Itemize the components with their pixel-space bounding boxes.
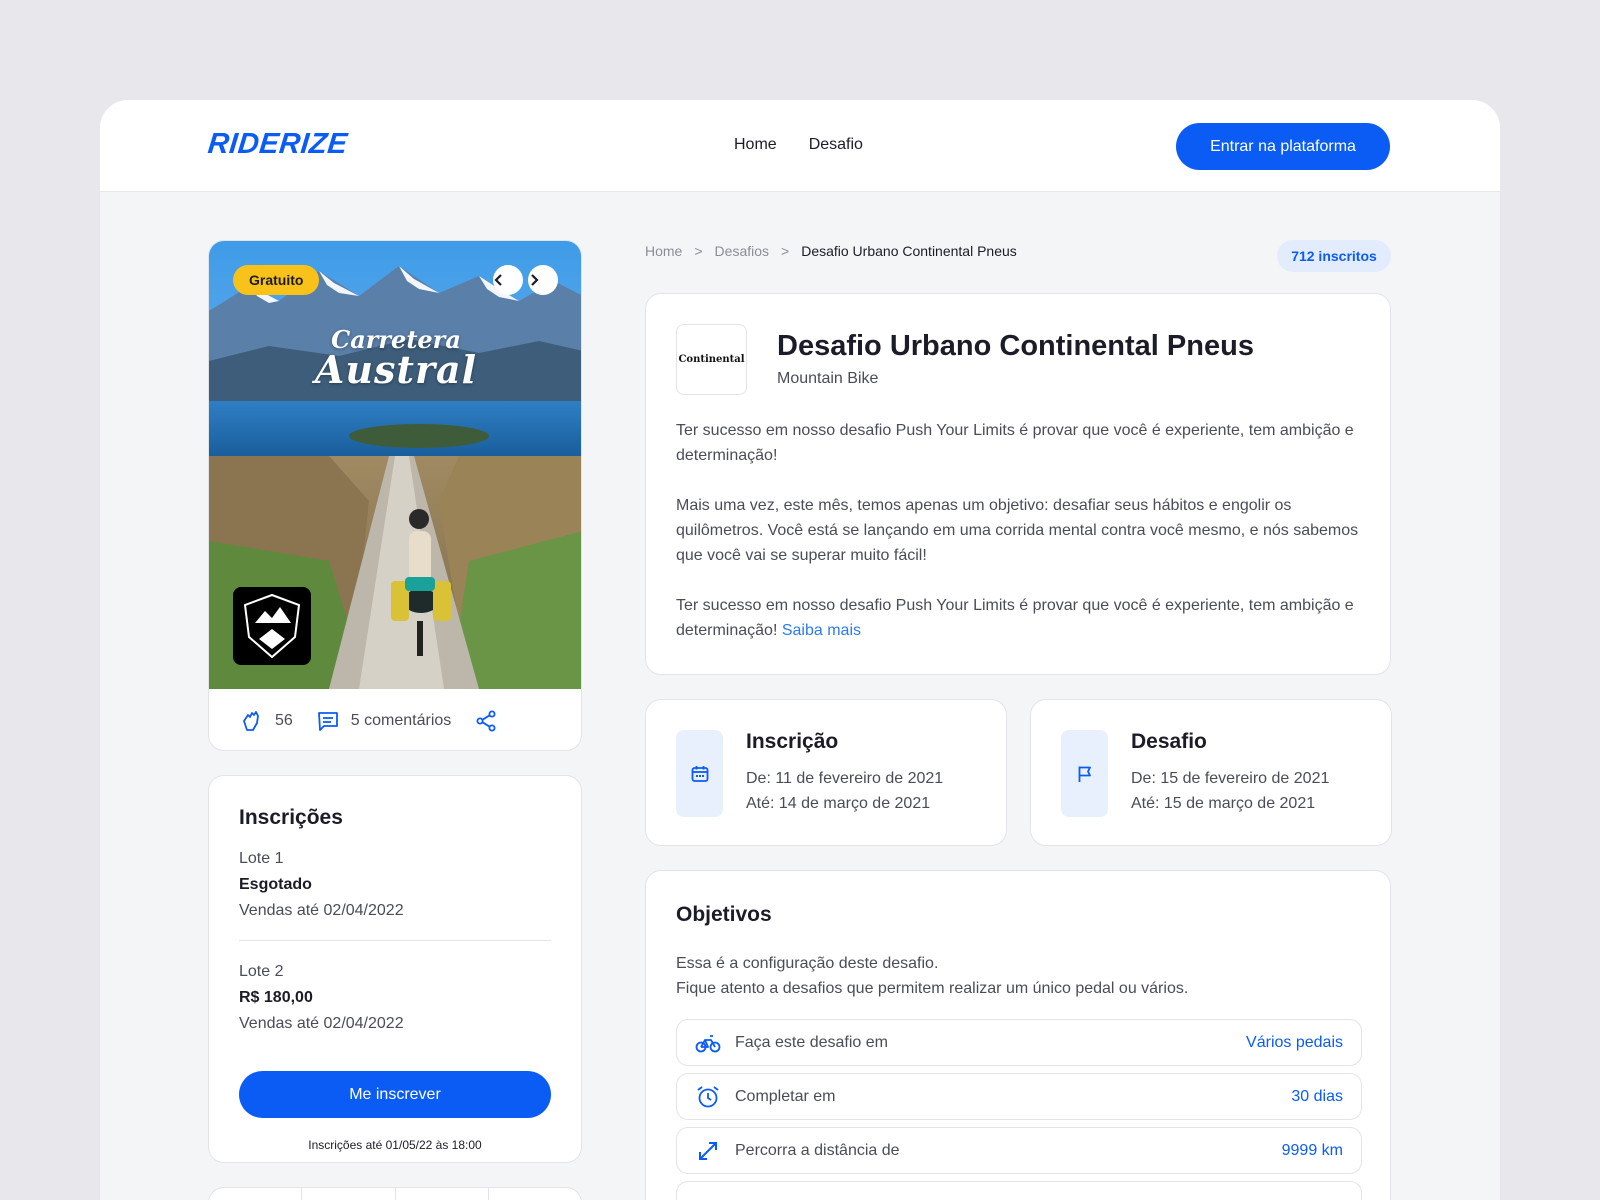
free-badge: Gratuito bbox=[233, 265, 320, 295]
objective-label: Faça este desafio em bbox=[735, 1033, 888, 1051]
challenge-start-date: De: 15 de fevereiro de 2021 bbox=[1131, 770, 1330, 787]
clap-hands-icon bbox=[243, 710, 259, 731]
date-icon-box bbox=[676, 730, 723, 817]
objectives-title: Objetivos bbox=[676, 903, 772, 926]
sponsor-logo-text: Continental bbox=[678, 354, 745, 365]
read-more-link[interactable]: Saiba mais bbox=[782, 622, 861, 639]
objectives-line: Essa é a configuração deste desafio. bbox=[676, 955, 939, 972]
registration-card: Inscrições Lote 1 Esgotado Vendas até 02… bbox=[208, 775, 582, 1163]
comments-count: 5 comentários bbox=[350, 711, 452, 729]
lot-name: Lote 2 bbox=[239, 963, 284, 980]
subscribers-badge: 712 inscritos bbox=[1277, 240, 1391, 272]
lot-price: R$ 180,00 bbox=[239, 989, 313, 1006]
lot-status: Esgotado bbox=[239, 876, 312, 893]
objective-value: 9999 km bbox=[1281, 1141, 1343, 1159]
top-navbar: RIDERIZE Home Desafio Entrar na platafor… bbox=[100, 100, 1500, 192]
description-text: Ter sucesso em nosso desafio Push Your L… bbox=[676, 597, 1354, 639]
registration-deadline-note: Inscrições até 01/05/22 às 18:00 bbox=[308, 1138, 482, 1152]
riderize-logo[interactable]: RIDERIZE bbox=[206, 128, 349, 161]
description-paragraph: Ter sucesso em nosso desafio Push Your L… bbox=[676, 422, 1354, 464]
chevron-left-icon bbox=[494, 274, 502, 286]
bottom-tabs-partial bbox=[208, 1187, 582, 1200]
breadcrumb-current: Desafio Urbano Continental Pneus bbox=[801, 243, 1017, 259]
registration-dates-title: Inscrição bbox=[746, 730, 839, 753]
lot-name: Lote 1 bbox=[239, 850, 284, 867]
alarm-icon bbox=[695, 1084, 721, 1110]
breadcrumb-separator: > bbox=[781, 243, 790, 259]
calendar-icon bbox=[691, 765, 708, 782]
description-paragraph: Ter sucesso em nosso desafio Push Your L… bbox=[676, 593, 1366, 643]
objective-value: Vários pedais bbox=[1246, 1033, 1343, 1051]
page-frame: RIDERIZE Home Desafio Entrar na platafor… bbox=[100, 100, 1500, 1200]
applause-action[interactable]: 56 bbox=[239, 709, 293, 733]
sponsor-logo: Continental bbox=[676, 324, 747, 395]
lot-item: Lote 1 Esgotado Vendas até 02/04/2022 bbox=[239, 846, 551, 924]
objective-row-mode: Faça este desafio em Vários pedais bbox=[676, 1019, 1362, 1066]
challenge-description-card: Continental Desafio Urbano Continental P… bbox=[645, 293, 1391, 675]
share-icon bbox=[476, 710, 496, 731]
tab-stub[interactable] bbox=[396, 1188, 489, 1200]
lot-sales-deadline: Vendas até 02/04/2022 bbox=[239, 1015, 404, 1032]
objective-row-distance: Percorra a distância de 9999 km bbox=[676, 1127, 1362, 1174]
carousel-next-button[interactable] bbox=[528, 265, 558, 295]
lot-item: Lote 2 R$ 180,00 Vendas até 02/04/2022 bbox=[239, 959, 551, 1037]
lot-divider bbox=[239, 940, 551, 941]
challenge-end-date: Até: 15 de março de 2021 bbox=[1131, 795, 1316, 812]
nav-desafio-link[interactable]: Desafio bbox=[809, 136, 863, 154]
date-icon-box bbox=[1061, 730, 1108, 817]
objective-row-partial bbox=[676, 1181, 1362, 1200]
likes-count: 56 bbox=[275, 711, 293, 729]
flag-icon bbox=[1078, 766, 1091, 782]
breadcrumb-home[interactable]: Home bbox=[645, 243, 682, 259]
challenge-description: Ter sucesso em nosso desafio Push Your L… bbox=[676, 418, 1366, 643]
registration-dates-card: Inscrição De: 11 de fevereiro de 2021 At… bbox=[645, 699, 1007, 846]
challenge-poster-card: Carretera Austral Gratuito 56 5 comentár… bbox=[208, 240, 582, 751]
tab-stub[interactable] bbox=[489, 1188, 581, 1200]
objective-label: Percorra a distância de bbox=[735, 1141, 900, 1159]
objectives-card: Objetivos Essa é a configuração deste de… bbox=[645, 870, 1391, 1200]
lot-sales-deadline: Vendas até 02/04/2022 bbox=[239, 902, 404, 919]
challenge-title: Desafio Urbano Continental Pneus bbox=[777, 330, 1254, 362]
objective-row-duration: Completar em 30 dias bbox=[676, 1073, 1362, 1120]
main-nav: Home Desafio bbox=[734, 136, 863, 154]
objectives-line: Fique atento a desafios que permitem rea… bbox=[676, 980, 1189, 997]
breadcrumb-separator: > bbox=[694, 243, 703, 259]
carousel-prev-button[interactable] bbox=[493, 265, 523, 295]
breadcrumb: Home > Desafios > Desafio Urbano Contine… bbox=[645, 243, 1017, 259]
registration-title: Inscrições bbox=[239, 806, 343, 829]
nav-home-link[interactable]: Home bbox=[734, 136, 777, 154]
comments-action[interactable]: 5 comentários bbox=[317, 710, 452, 732]
register-button[interactable]: Me inscrever bbox=[239, 1071, 551, 1118]
breadcrumb-desafios[interactable]: Desafios bbox=[715, 243, 769, 259]
description-paragraph: Mais uma vez, este mês, temos apenas um … bbox=[676, 497, 1359, 564]
carretera-austral-emblem bbox=[233, 587, 311, 665]
expand-icon bbox=[695, 1138, 721, 1164]
tab-stub[interactable] bbox=[302, 1188, 396, 1200]
tab-stub[interactable] bbox=[209, 1188, 303, 1200]
chevron-right-icon bbox=[531, 274, 539, 286]
share-button[interactable] bbox=[475, 710, 497, 732]
poster-title-line2: Austral bbox=[314, 347, 478, 392]
poster-image: Carretera Austral Gratuito bbox=[209, 241, 581, 689]
registration-end-date: Até: 14 de março de 2021 bbox=[746, 795, 931, 812]
objectives-intro: Essa é a configuração deste desafio. Fiq… bbox=[676, 951, 1360, 1001]
objective-value: 30 dias bbox=[1291, 1087, 1343, 1105]
comment-icon bbox=[317, 711, 338, 731]
challenge-dates-card: Desafio De: 15 de fevereiro de 2021 Até:… bbox=[1030, 699, 1392, 846]
challenge-dates-title: Desafio bbox=[1131, 730, 1207, 753]
bike-icon bbox=[695, 1030, 721, 1056]
poster-actions-bar: 56 5 comentários bbox=[209, 689, 581, 750]
challenge-category: Mountain Bike bbox=[777, 370, 879, 387]
enter-platform-button[interactable]: Entrar na plataforma bbox=[1176, 123, 1390, 170]
objective-label: Completar em bbox=[735, 1087, 836, 1105]
registration-start-date: De: 11 de fevereiro de 2021 bbox=[746, 770, 944, 787]
